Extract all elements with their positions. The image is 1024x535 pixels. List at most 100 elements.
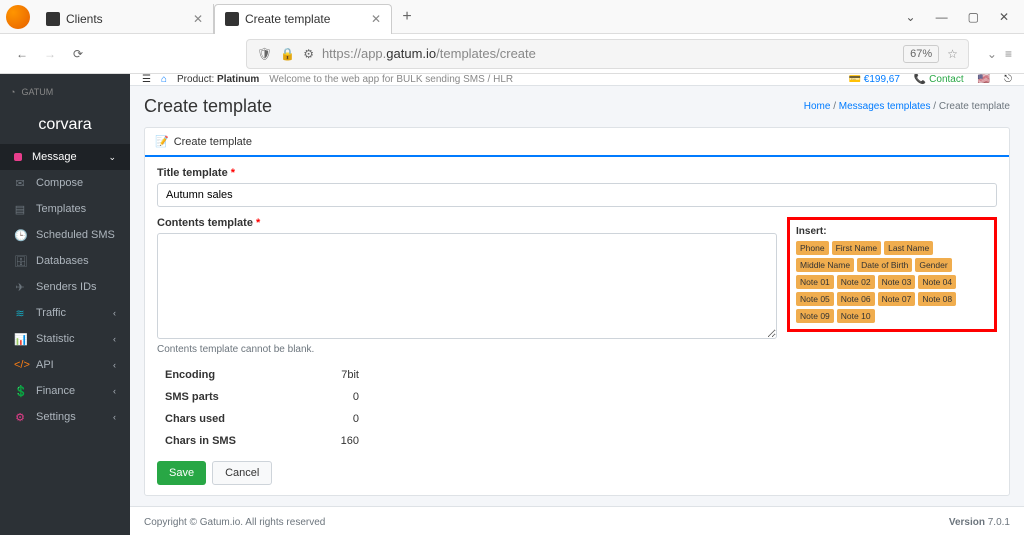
insert-chip[interactable]: Gender bbox=[915, 258, 951, 272]
menu-toggle-icon[interactable]: ☰ bbox=[142, 74, 151, 85]
sidebar-item-compose[interactable]: ✉Compose bbox=[0, 170, 130, 196]
favicon-icon bbox=[225, 12, 239, 26]
forward-button[interactable]: → bbox=[40, 47, 60, 61]
chevron-left-icon: ‹ bbox=[113, 334, 116, 344]
close-icon[interactable]: ✕ bbox=[193, 12, 203, 26]
envelope-icon: ✉ bbox=[14, 177, 26, 190]
sidebar-item-traffic[interactable]: ≋Traffic‹ bbox=[0, 300, 130, 326]
insert-chip[interactable]: Date of Birth bbox=[857, 258, 912, 272]
sidebar-item-senders[interactable]: ✈Senders IDs bbox=[0, 274, 130, 300]
sidebar-item-finance[interactable]: 💲Finance‹ bbox=[0, 378, 130, 404]
insert-chip[interactable]: Note 09 bbox=[796, 309, 834, 323]
chevron-left-icon: ‹ bbox=[113, 386, 116, 396]
sidebar-item-api[interactable]: </>API‹ bbox=[0, 352, 130, 378]
address-bar: ← → ⟳ 🛡 🔒 ⚙ https://app.gatum.io/templat… bbox=[0, 34, 1024, 74]
close-window-icon[interactable]: ✕ bbox=[999, 10, 1009, 24]
home-icon[interactable]: ⌂ bbox=[161, 74, 167, 85]
close-icon[interactable]: ✕ bbox=[371, 12, 381, 26]
topbar: ☰ ⌂ Product: Platinum Welcome to the web… bbox=[130, 74, 1024, 86]
save-button[interactable]: Save bbox=[157, 461, 206, 485]
breadcrumb-home[interactable]: Home bbox=[804, 101, 831, 112]
sidebar-item-templates[interactable]: ▤Templates bbox=[0, 196, 130, 222]
reload-button[interactable]: ⟳ bbox=[68, 47, 88, 61]
form-icon: 📝 bbox=[155, 135, 169, 148]
tab-label: Clients bbox=[66, 12, 103, 26]
browser-tab-create-template[interactable]: Create template ✕ bbox=[214, 4, 392, 34]
new-tab-button[interactable]: + bbox=[392, 0, 422, 34]
firefox-icon bbox=[6, 5, 30, 29]
insert-chip[interactable]: Phone bbox=[796, 241, 829, 255]
browser-tab-bar: Clients ✕ Create template ✕ + ⌄ ― ▢ ✕ bbox=[0, 0, 1024, 34]
cancel-button[interactable]: Cancel bbox=[212, 461, 272, 485]
stats-table: Encoding7bit SMS parts0 Chars used0 Char… bbox=[157, 363, 367, 453]
layers-icon: ▤ bbox=[14, 203, 26, 216]
contents-textarea[interactable] bbox=[157, 233, 777, 339]
welcome-text: Welcome to the web app for BULK sending … bbox=[269, 74, 513, 85]
insert-chip[interactable]: Note 05 bbox=[796, 292, 834, 306]
insert-chip[interactable]: Note 04 bbox=[918, 275, 956, 289]
permissions-icon: ⚙ bbox=[303, 47, 314, 61]
url-text: https://app.gatum.io/templates/create bbox=[322, 46, 895, 61]
create-template-card: 📝 Create template Title template * Conte… bbox=[144, 127, 1010, 496]
url-field[interactable]: 🛡 🔒 ⚙ https://app.gatum.io/templates/cre… bbox=[246, 39, 969, 69]
footer: Copyright © Gatum.io. All rights reserve… bbox=[130, 506, 1024, 535]
favicon-icon bbox=[46, 12, 60, 26]
sidebar-item-databases[interactable]: 🗄Databases bbox=[0, 248, 130, 274]
paperplane-icon: ✈ bbox=[14, 281, 26, 294]
bookmark-icon[interactable]: ☆ bbox=[947, 47, 958, 61]
insert-panel: Insert: PhoneFirst NameLast Name Middle N… bbox=[787, 217, 997, 332]
insert-chip[interactable]: First Name bbox=[832, 241, 882, 255]
flag-icon[interactable]: 🇺🇸 bbox=[978, 74, 990, 85]
logo: ◔ GATUM bbox=[0, 74, 130, 110]
breadcrumb-templates[interactable]: Messages templates bbox=[839, 101, 931, 112]
insert-chip[interactable]: Note 08 bbox=[918, 292, 956, 306]
code-icon: </> bbox=[14, 359, 26, 371]
gear-icon: ⚙ bbox=[14, 411, 26, 424]
back-button[interactable]: ← bbox=[12, 47, 32, 61]
maximize-icon[interactable]: ▢ bbox=[968, 10, 979, 24]
insert-chip[interactable]: Note 02 bbox=[837, 275, 875, 289]
chevron-down-icon: ⌄ bbox=[108, 152, 116, 163]
sidebar: ◔ GATUM corvara Message ⌄ ✉Compose ▤Temp… bbox=[0, 74, 130, 535]
browser-tab-clients[interactable]: Clients ✕ bbox=[36, 4, 214, 34]
insert-chip[interactable]: Note 10 bbox=[837, 309, 875, 323]
minimize-icon[interactable]: ― bbox=[936, 10, 948, 24]
sidebar-item-settings[interactable]: ⚙Settings‹ bbox=[0, 404, 130, 430]
page-title: Create template bbox=[144, 96, 272, 117]
title-label: Title template * bbox=[157, 167, 997, 179]
wallet-icon: 💲 bbox=[14, 385, 26, 398]
contents-label: Contents template * bbox=[157, 217, 777, 229]
breadcrumb: Home / Messages templates / Create templ… bbox=[804, 101, 1010, 112]
sidebar-item-statistic[interactable]: 📊Statistic‹ bbox=[0, 326, 130, 352]
sidebar-item-scheduled[interactable]: 🕒Scheduled SMS bbox=[0, 222, 130, 248]
zoom-badge[interactable]: 67% bbox=[903, 45, 939, 63]
insert-chip[interactable]: Note 03 bbox=[878, 275, 916, 289]
chevron-left-icon: ‹ bbox=[113, 412, 116, 422]
chevron-down-icon[interactable]: ⌄ bbox=[906, 10, 916, 24]
insert-chip[interactable]: Note 01 bbox=[796, 275, 834, 289]
card-header: 📝 Create template bbox=[145, 128, 1009, 157]
pocket-icon[interactable]: ⌄ bbox=[987, 47, 997, 61]
chevron-left-icon: ‹ bbox=[113, 308, 116, 318]
chart-icon: 📊 bbox=[14, 333, 26, 346]
signal-icon: ≋ bbox=[14, 307, 26, 320]
sidebar-item-label: Message bbox=[32, 151, 77, 163]
insert-chip[interactable]: Note 07 bbox=[878, 292, 916, 306]
logout-icon[interactable]: ⎋ bbox=[1004, 74, 1012, 85]
insert-chip[interactable]: Last Name bbox=[884, 241, 933, 255]
chevron-left-icon: ‹ bbox=[113, 360, 116, 370]
logo-icon: ◔ bbox=[10, 87, 15, 97]
insert-chip[interactable]: Note 06 bbox=[837, 292, 875, 306]
title-input[interactable] bbox=[157, 183, 997, 207]
copyright: Copyright © Gatum.io. All rights reserve… bbox=[144, 517, 325, 528]
clock-icon: 🕒 bbox=[14, 229, 26, 242]
help-text: Contents template cannot be blank. bbox=[157, 344, 777, 355]
shield-icon: 🛡 bbox=[257, 47, 272, 61]
brand-name: corvara bbox=[0, 110, 130, 144]
balance[interactable]: 💳 €199,67 bbox=[849, 74, 900, 85]
insert-chip[interactable]: Middle Name bbox=[796, 258, 854, 272]
insert-label: Insert: bbox=[796, 226, 988, 237]
contact-link[interactable]: 📞 Contact bbox=[914, 74, 964, 85]
sidebar-item-message[interactable]: Message ⌄ bbox=[0, 144, 130, 170]
menu-icon[interactable]: ≡ bbox=[1005, 47, 1012, 61]
